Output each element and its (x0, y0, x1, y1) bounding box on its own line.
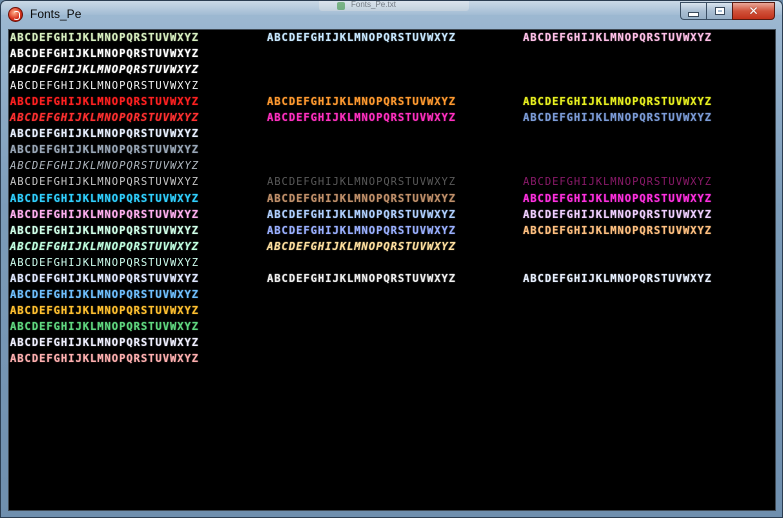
font-sample-row: ABCDEFGHIJKLMNOPQRSTUVWXYZ (10, 272, 200, 285)
window-title: Fonts_Pe (30, 7, 82, 21)
font-sample-row: ABCDEFGHIJKLMNOPQRSTUVWXYZ (523, 96, 713, 109)
font-sample-row: ABCDEFGHIJKLMNOPQRSTUVWXYZ (267, 208, 457, 221)
close-button[interactable]: ✕ (732, 2, 775, 20)
minimize-icon (688, 12, 699, 17)
minimize-button[interactable] (680, 2, 706, 20)
font-sample-row: ABCDEFGHIJKLMNOPQRSTUVWXYZ (267, 224, 457, 237)
title-bar[interactable]: Fonts_Pe Fonts_Pe.txt ✕ (1, 1, 782, 29)
background-window-tab: Fonts_Pe.txt (319, 1, 469, 11)
font-sample-row: ABCDEFGHIJKLMNOPQRSTUVWXYZ (523, 272, 713, 285)
app-icon[interactable] (8, 7, 23, 22)
font-sample-row: ABCDEFGHIJKLMNOPQRSTUVWXYZ (523, 224, 713, 237)
font-sample-row: ABCDEFGHIJKLMNOPQRSTUVWXYZ (523, 208, 713, 221)
font-sample-row: ABCDEFGHIJKLMNOPQRSTUVWXYZ (10, 64, 200, 77)
font-sample-row: ABCDEFGHIJKLMNOPQRSTUVWXYZ (523, 192, 713, 205)
font-sample-row: ABCDEFGHIJKLMNOPQRSTUVWXYZ (10, 128, 200, 141)
font-sample-row: ABCDEFGHIJKLMNOPQRSTUVWXYZ (267, 112, 457, 125)
font-sample-row: ABCDEFGHIJKLMNOPQRSTUVWXYZ (267, 272, 457, 285)
font-sample-row: ABCDEFGHIJKLMNOPQRSTUVWXYZ (10, 208, 200, 221)
background-window-title: Fonts_Pe.txt (351, 0, 396, 9)
font-sample-row: ABCDEFGHIJKLMNOPQRSTUVWXYZ (10, 48, 200, 61)
font-sample-row: ABCDEFGHIJKLMNOPQRSTUVWXYZ (10, 96, 200, 109)
font-sample-row: ABCDEFGHIJKLMNOPQRSTUVWXYZ (10, 240, 200, 253)
font-sample-row: ABCDEFGHIJKLMNOPQRSTUVWXYZ (10, 288, 200, 301)
font-sample-row: ABCDEFGHIJKLMNOPQRSTUVWXYZ (10, 144, 200, 157)
font-sample-row: ABCDEFGHIJKLMNOPQRSTUVWXYZ (523, 32, 713, 44)
font-sample-row: ABCDEFGHIJKLMNOPQRSTUVWXYZ (10, 192, 200, 205)
window-controls: ✕ (680, 2, 775, 21)
font-sample-row: ABCDEFGHIJKLMNOPQRSTUVWXYZ (10, 256, 200, 269)
font-sample-row: ABCDEFGHIJKLMNOPQRSTUVWXYZ (10, 336, 200, 349)
app-window: Fonts_Pe Fonts_Pe.txt ✕ ABCDEFGHIJKLMNOP… (0, 0, 783, 518)
close-icon: ✕ (748, 4, 759, 18)
maximize-icon (714, 7, 725, 15)
font-sample-row: ABCDEFGHIJKLMNOPQRSTUVWXYZ (10, 112, 200, 125)
notepad-icon (337, 2, 345, 10)
font-sample-row: ABCDEFGHIJKLMNOPQRSTUVWXYZ (10, 32, 200, 44)
font-sample-row: ABCDEFGHIJKLMNOPQRSTUVWXYZ (267, 32, 457, 44)
font-sample-row: ABCDEFGHIJKLMNOPQRSTUVWXYZ (523, 176, 713, 189)
font-sample-row: ABCDEFGHIJKLMNOPQRSTUVWXYZ (267, 176, 457, 189)
maximize-button[interactable] (706, 2, 732, 20)
font-sample-canvas[interactable]: ABCDEFGHIJKLMNOPQRSTUVWXYZ ABCDEFGHIJKLMN… (8, 29, 776, 511)
font-sample-row: ABCDEFGHIJKLMNOPQRSTUVWXYZ (10, 176, 200, 189)
font-sample-row: ABCDEFGHIJKLMNOPQRSTUVWXYZ (523, 112, 713, 125)
font-sample-row: ABCDEFGHIJKLMNOPQRSTUVWXYZ (267, 240, 457, 253)
font-sample-row: ABCDEFGHIJKLMNOPQRSTUVWXYZ (10, 80, 200, 93)
font-sample-row: ABCDEFGHIJKLMNOPQRSTUVWXYZ (267, 96, 457, 109)
font-sample-row: ABCDEFGHIJKLMNOPQRSTUVWXYZ (10, 224, 200, 237)
font-sample-row: ABCDEFGHIJKLMNOPQRSTUVWXYZ (10, 353, 200, 365)
font-sample-row: ABCDEFGHIJKLMNOPQRSTUVWXYZ (10, 304, 200, 317)
font-sample-row: ABCDEFGHIJKLMNOPQRSTUVWXYZ (10, 160, 200, 173)
font-sample-row: ABCDEFGHIJKLMNOPQRSTUVWXYZ (267, 192, 457, 205)
font-sample-row: ABCDEFGHIJKLMNOPQRSTUVWXYZ (10, 320, 200, 333)
